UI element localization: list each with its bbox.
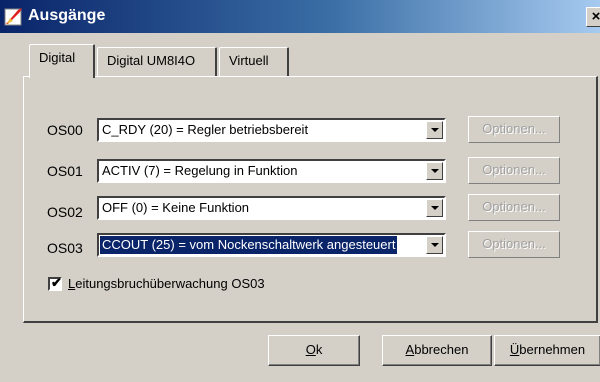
tab-virtuell[interactable]: Virtuell <box>219 47 289 76</box>
cancel-button[interactable]: Abbrechen <box>382 335 492 366</box>
chevron-down-icon[interactable] <box>426 162 443 180</box>
os00-select[interactable]: C_RDY (20) = Regler betriebsbereit <box>97 118 446 142</box>
app-icon <box>4 8 22 26</box>
window-title: Ausgänge <box>28 7 106 24</box>
os01-value: ACTIV (7) = Regelung in Funktion <box>102 163 298 178</box>
os02-value: OFF (0) = Keine Funktion <box>102 200 250 215</box>
tab-label: Digital <box>39 50 76 65</box>
wire-break-label[interactable]: Leitungsbruchüberwachung OS03 <box>68 276 265 291</box>
os03-options-button[interactable]: Optionen... <box>468 231 560 258</box>
chevron-down-icon[interactable] <box>426 236 443 254</box>
chevron-down-icon[interactable] <box>426 121 443 139</box>
tab-digital[interactable]: Digital <box>29 44 95 78</box>
os03-select[interactable]: CCOUT (25) = vom Nockenschaltwerk angest… <box>97 233 446 257</box>
os01-label: OS01 <box>47 163 83 179</box>
check-icon: ✔ <box>51 275 62 290</box>
os03-value: CCOUT (25) = vom Nockenschaltwerk angest… <box>98 235 399 255</box>
os00-label: OS00 <box>47 122 83 138</box>
os00-value: C_RDY (20) = Regler betriebsbereit <box>102 122 309 137</box>
title-bar[interactable]: Ausgänge × <box>0 0 600 33</box>
tab-label: Digital UM8I4O <box>107 53 196 68</box>
tab-digital-um8i4o[interactable]: Digital UM8I4O <box>97 47 217 76</box>
os02-select[interactable]: OFF (0) = Keine Funktion <box>97 196 446 220</box>
os03-label: OS03 <box>47 240 83 256</box>
os01-select[interactable]: ACTIV (7) = Regelung in Funktion <box>97 159 446 183</box>
os02-options-button[interactable]: Optionen... <box>468 194 560 221</box>
apply-button[interactable]: Übernehmen <box>494 335 600 366</box>
ok-button[interactable]: Ok <box>268 335 360 366</box>
os00-options-button[interactable]: Optionen... <box>468 116 560 143</box>
tab-label: Virtuell <box>229 53 269 68</box>
os01-options-button[interactable]: Optionen... <box>468 157 560 184</box>
close-button[interactable]: × <box>586 7 600 27</box>
wire-break-checkbox[interactable]: ✔ <box>48 275 62 291</box>
chevron-down-icon[interactable] <box>426 199 443 217</box>
close-icon: × <box>591 8 600 25</box>
os02-label: OS02 <box>47 204 83 220</box>
